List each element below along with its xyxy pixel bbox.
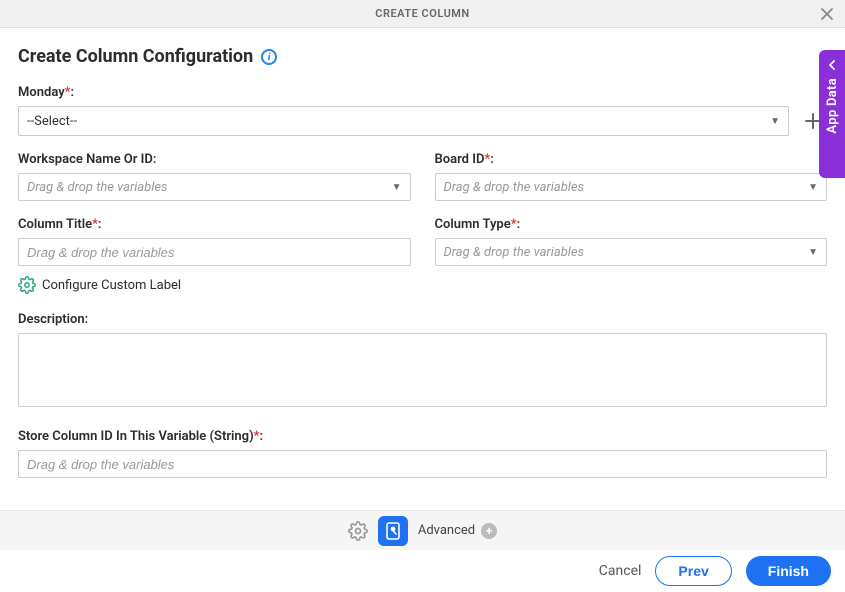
configure-custom-label[interactable]: Configure Custom Label: [18, 276, 827, 294]
description-group: Description:: [18, 312, 827, 411]
chevron-down-icon: ▼: [392, 182, 402, 193]
page-title: Create Column Configuration: [18, 46, 253, 67]
column-title-label: Column Title*:: [18, 217, 411, 232]
column-type-col: Column Type*: Drag & drop the variables …: [435, 217, 828, 266]
settings-icon[interactable]: [348, 521, 368, 541]
monday-select-value: --Select--: [27, 114, 770, 129]
content-area: Create Column Configuration i Monday*: -…: [0, 28, 845, 478]
board-col: Board ID*: Drag & drop the variables ▼: [435, 152, 828, 201]
app-data-tab[interactable]: App Data: [819, 50, 845, 178]
info-icon[interactable]: i: [261, 49, 277, 65]
monday-row: Monday*: --Select-- ▼: [18, 85, 827, 136]
board-colon: :: [490, 152, 494, 167]
board-label-text: Board ID: [435, 152, 485, 167]
board-label: Board ID*:: [435, 152, 828, 167]
chevron-down-icon: ▼: [770, 116, 780, 127]
monday-label-text: Monday: [18, 85, 65, 100]
workspace-placeholder: Drag & drop the variables: [27, 180, 392, 195]
prev-button[interactable]: Prev: [655, 556, 731, 586]
workspace-col: Workspace Name Or ID: Drag & drop the va…: [18, 152, 411, 201]
monday-select[interactable]: --Select-- ▼: [18, 106, 789, 136]
app-data-label: App Data: [825, 78, 840, 134]
document-icon[interactable]: [378, 516, 408, 546]
description-label: Description:: [18, 312, 827, 327]
workspace-label: Workspace Name Or ID:: [18, 152, 411, 167]
gear-icon: [18, 276, 36, 294]
monday-colon: :: [71, 85, 75, 100]
modal-header: CREATE COLUMN: [0, 0, 845, 28]
chevron-down-icon: ▼: [808, 247, 818, 258]
monday-label: Monday*:: [18, 85, 789, 100]
modal-title: CREATE COLUMN: [375, 7, 469, 20]
board-select[interactable]: Drag & drop the variables ▼: [435, 173, 828, 201]
chevron-left-icon: [827, 60, 837, 70]
store-var-input-wrap: [18, 450, 827, 478]
monday-field-group: Monday*: --Select-- ▼: [18, 85, 789, 136]
column-title-col: Column Title*:: [18, 217, 411, 266]
cancel-button[interactable]: Cancel: [599, 563, 642, 579]
workspace-select[interactable]: Drag & drop the variables ▼: [18, 173, 411, 201]
store-var-group: Store Column ID In This Variable (String…: [18, 429, 827, 478]
column-type-label: Column Type*:: [435, 217, 828, 232]
title-type-row: Column Title*: Column Type*: Drag & drop…: [18, 217, 827, 266]
column-title-input-wrap: [18, 238, 411, 266]
column-title-label-text: Column Title: [18, 217, 92, 232]
workspace-board-row: Workspace Name Or ID: Drag & drop the va…: [18, 152, 827, 201]
store-var-label-text: Store Column ID In This Variable (String…: [18, 429, 254, 444]
store-var-label: Store Column ID In This Variable (String…: [18, 429, 827, 444]
board-placeholder: Drag & drop the variables: [444, 180, 809, 195]
advanced-label: Advanced: [418, 523, 475, 538]
finish-button[interactable]: Finish: [746, 556, 831, 586]
description-textarea[interactable]: [18, 333, 827, 407]
column-type-select[interactable]: Drag & drop the variables ▼: [435, 238, 828, 266]
column-type-colon: :: [517, 217, 521, 232]
column-type-placeholder: Drag & drop the variables: [444, 245, 809, 260]
configure-custom-label-text: Configure Custom Label: [42, 278, 181, 293]
advanced-toggle[interactable]: Advanced +: [418, 523, 497, 539]
page-title-row: Create Column Configuration i: [18, 46, 827, 67]
store-var-colon: :: [259, 429, 263, 444]
column-type-label-text: Column Type: [435, 217, 511, 232]
store-var-input[interactable]: [27, 451, 818, 477]
plus-circle-icon: +: [481, 523, 497, 539]
column-title-colon: :: [98, 217, 102, 232]
bottom-toolbar: Advanced +: [0, 510, 845, 550]
chevron-down-icon: ▼: [808, 182, 818, 193]
footer: Cancel Prev Finish: [0, 550, 845, 592]
column-title-input[interactable]: [27, 239, 402, 265]
close-icon[interactable]: [817, 4, 837, 24]
